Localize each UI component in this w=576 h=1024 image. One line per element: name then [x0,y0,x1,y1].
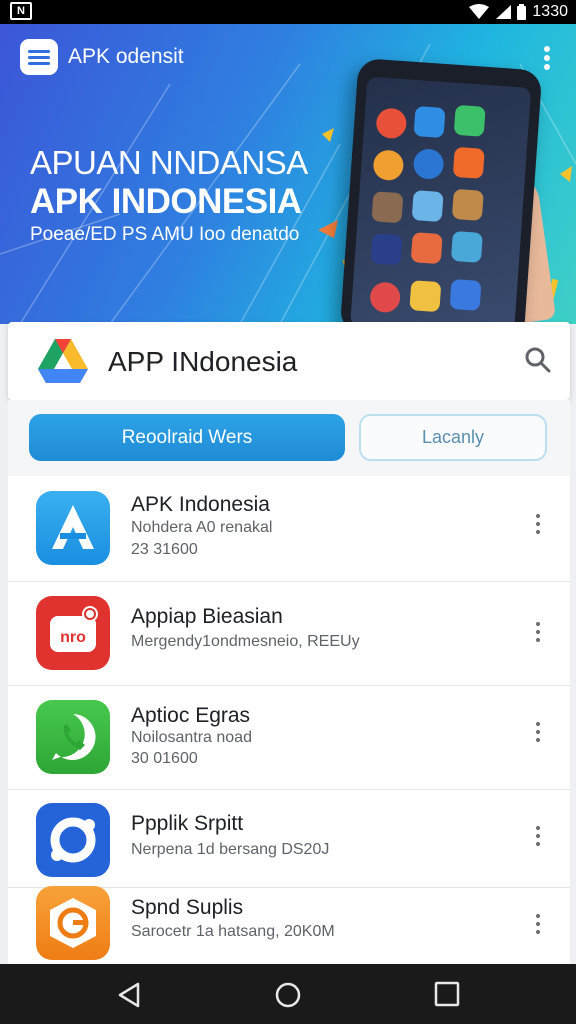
list-item[interactable]: APK Indonesia Nohdera A0 renakal 23 3160… [8,476,570,582]
item-more-icon[interactable] [532,622,544,644]
phone-call-icon [36,700,110,774]
wifi-icon [469,4,490,19]
navigation-bar [0,964,576,1024]
g-badge-icon [36,886,110,960]
phone-illustration [339,57,543,324]
drive-logo-icon [38,339,88,383]
hero-heading-line1: APUAN NNDANSA [30,144,308,181]
signal-icon [496,5,512,19]
hero-subtitle: Poeae/ED PS AMU Ioo denatdo [30,224,300,245]
app-title: APK odensit [68,45,184,68]
search-bar[interactable]: APP INdonesia [8,322,570,400]
item-more-icon[interactable] [532,826,544,848]
app-description: Nohdera A0 renakal [131,519,273,536]
app-logo-icon[interactable] [20,39,58,75]
item-more-icon[interactable] [532,722,544,744]
list-item[interactable]: Aptioc Egras Noilosantra noad 30 01600 [8,686,570,790]
calendar-badge-icon: nro [36,596,110,670]
ring-icon [36,803,110,877]
app-size: 23 31600 [131,541,198,558]
status-time: 1330 [532,3,568,20]
more-options-icon[interactable] [536,43,558,73]
app-description: Mergendy1ondmesneio, REEUy [131,633,360,650]
item-more-icon[interactable] [532,914,544,936]
search-icon[interactable] [524,346,552,374]
app-size: 30 01600 [131,750,198,767]
status-bar: N 1330 [0,0,576,24]
search-title: APP INdonesia [108,346,298,377]
item-more-icon[interactable] [532,514,544,536]
app-title: Aptioc Egras [131,704,251,727]
svg-text:nro: nro [60,629,86,646]
home-icon[interactable] [274,981,302,1009]
list-item[interactable]: nro Appiap Bieasian Mergendy1ondmesneio,… [8,582,570,686]
notification-icon: N [10,2,32,20]
list-item[interactable]: Ppplik Srpitt Nerpena 1d bersang DS20J [8,790,570,888]
app-title: Ppplik Srpitt [131,812,244,835]
status-icons: 1330 [469,0,568,24]
list-item[interactable]: Spnd Suplis Sarocetr 1a hatsang, 20K0M [8,886,570,964]
hero-heading-line2: APK INDONESIA [30,182,302,221]
tab-recommended[interactable]: Reoolraid Wers [29,414,345,461]
recents-icon[interactable] [434,981,460,1007]
app-title: Spnd Suplis [131,896,244,919]
battery-icon [517,4,527,20]
phone-screen [350,76,532,324]
app-title: Appiap Bieasian [131,605,283,628]
back-icon[interactable] [116,981,144,1009]
app-title: APK Indonesia [131,493,270,516]
app-description: Noilosantra noad [131,729,252,746]
tab-bar: Reoolraid Wers Lacanly [8,400,570,476]
hero-banner: APK odensit APUAN NNDANSA APK INDONESIA … [0,24,576,324]
apk-store-icon [36,491,110,565]
app-description: Sarocetr 1a hatsang, 20K0M [131,923,335,940]
app-list: APK Indonesia Nohdera A0 renakal 23 3160… [8,476,570,964]
tab-locally[interactable]: Lacanly [359,414,547,461]
app-description: Nerpena 1d bersang DS20J [131,841,330,858]
